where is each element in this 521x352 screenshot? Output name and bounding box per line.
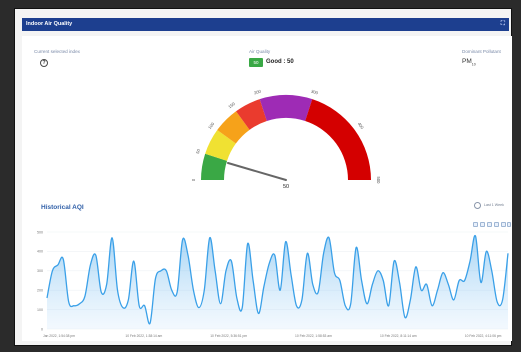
y-tick-label: 0 <box>41 327 43 331</box>
x-tick-label: 10 Feb 2022, 1:38:14 am <box>125 334 162 338</box>
y-tick-label: 200 <box>37 289 43 293</box>
y-tick-label: 500 <box>37 230 43 234</box>
expand-icon[interactable]: ⛶ <box>501 18 505 31</box>
dashboard-card: Current selected index ? Air Quality 50 … <box>22 36 512 341</box>
y-tick-label: 100 <box>37 308 43 312</box>
x-tick-label: 10 Feb 2022, 5:36:51 pm <box>210 334 247 338</box>
x-tick-label: 10 Feb 2022, 4:11:06 pm <box>465 334 502 338</box>
window-title: Indoor Air Quality <box>26 21 73 27</box>
y-tick-label: 400 <box>37 250 43 254</box>
x-tick-label: Jan 2022, 1:54:38 pm <box>43 334 75 338</box>
x-tick-label: 10 Feb 2022, 8:11:14 am <box>380 334 417 338</box>
x-tick-label: 10 Feb 2022, 1:58:53 am <box>295 334 332 338</box>
window-titlebar: Indoor Air Quality ⛶ <box>22 18 509 31</box>
y-tick-label: 300 <box>37 269 43 273</box>
historical-aqi-chart: 0 100 200 300 400 500 Jan 2022, 1:54:38 pm 10 F… <box>37 230 509 338</box>
